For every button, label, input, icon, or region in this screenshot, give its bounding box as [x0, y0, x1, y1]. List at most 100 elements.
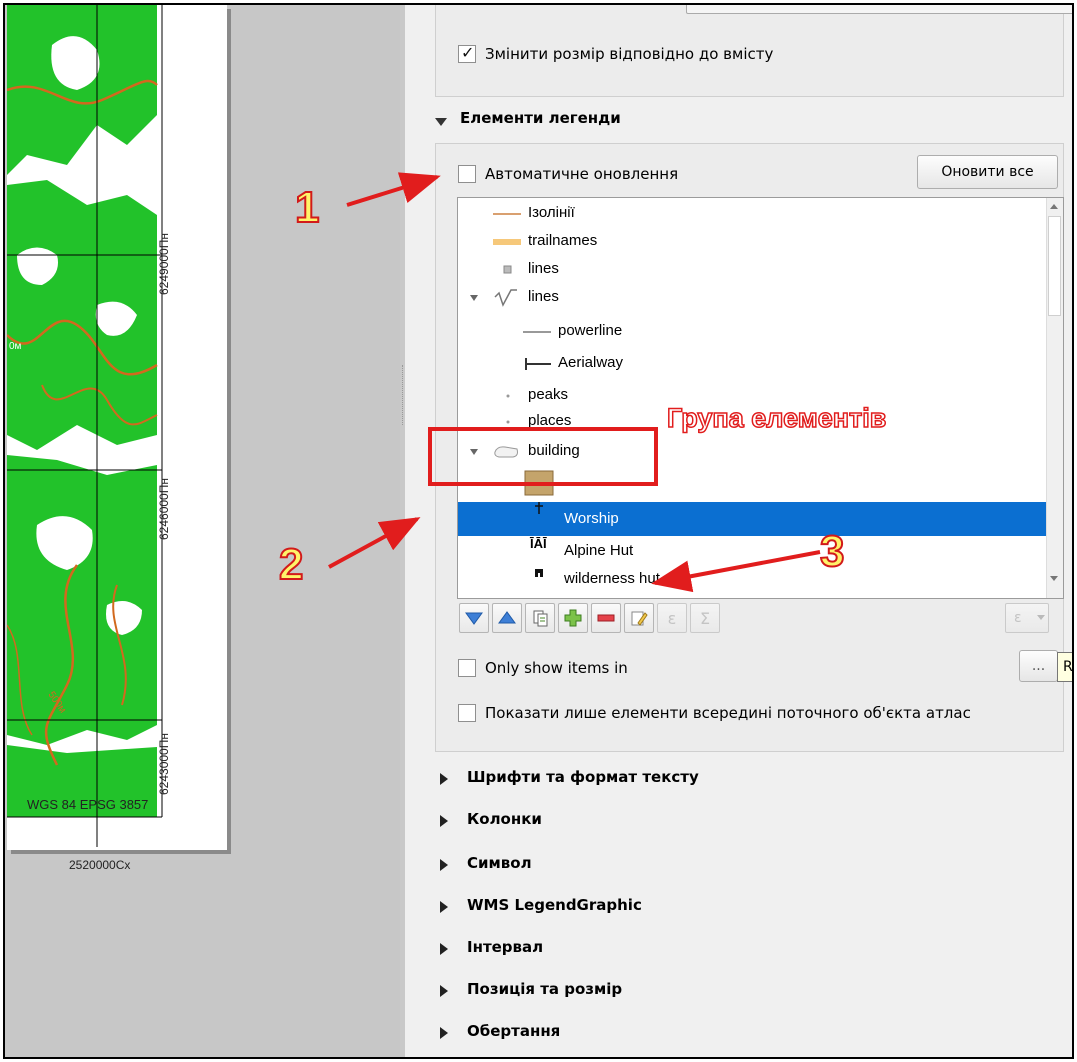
atlas-filter-checkbox[interactable] — [458, 704, 476, 722]
crs-label: WGS 84 EPSG 3857 — [27, 797, 149, 812]
fill-symbol-icon — [524, 470, 554, 496]
line-symbol-icon — [493, 213, 521, 215]
auto-update-label: Автоматичне оновлення — [485, 165, 679, 183]
section-fonts[interactable]: Шрифти та формат тексту — [467, 768, 699, 786]
tree-row-label: lines — [528, 260, 559, 277]
combo-top[interactable] — [686, 5, 1072, 14]
expand-arrow-icon[interactable] — [440, 1027, 448, 1039]
add-group-button[interactable] — [525, 603, 555, 633]
section-rotation[interactable]: Обертання — [467, 1022, 560, 1040]
tree-row-label: Aerialway — [558, 354, 624, 371]
grid-label-y-3: 6243000Пн — [157, 733, 171, 795]
grid-label-y-2: 6246000Пн — [157, 478, 171, 540]
edit-item-button[interactable] — [624, 603, 654, 633]
tree-scrollbar[interactable] — [1046, 198, 1063, 598]
tree-row-alpine-hut[interactable]: ĪĀĪ Alpine Hut — [458, 536, 1047, 564]
move-up-icon — [498, 611, 516, 624]
annotation-number-3: 3 — [819, 526, 846, 577]
remove-item-button[interactable] — [591, 603, 621, 633]
contour-label: 0м — [9, 341, 22, 352]
tree-row-powerline[interactable]: powerline — [458, 318, 1047, 346]
polygon-icon — [494, 446, 518, 458]
expand-arrow-icon[interactable] — [440, 859, 448, 871]
dot-symbol-icon — [506, 394, 510, 398]
legend-items-title[interactable]: Елементи легенди — [460, 109, 621, 127]
tree-row-label: Worship — [564, 510, 619, 527]
annotation-group-label: Група елементів — [666, 402, 887, 434]
section-spacing[interactable]: Інтервал — [467, 938, 543, 956]
tree-row-isolines[interactable]: Ізолінії — [458, 200, 1047, 228]
tree-row-lines-point[interactable]: lines — [458, 256, 1047, 284]
expand-arrow-icon[interactable] — [440, 901, 448, 913]
edit-icon — [631, 611, 648, 626]
update-all-button[interactable]: Оновити все — [917, 155, 1058, 189]
tree-row-label: peaks — [528, 386, 569, 403]
tree-row-worship[interactable]: Worship — [458, 502, 1047, 536]
expand-arrow-icon[interactable] — [440, 815, 448, 827]
item-properties-panel: Змінити розмір відповідно до вмісту Елем… — [405, 5, 1072, 1057]
add-icon — [564, 609, 582, 627]
tree-row-building-group[interactable]: building — [458, 438, 1047, 466]
atlas-filter-label: Показати лише елементи всередині поточно… — [485, 704, 971, 722]
tree-row-aerialway[interactable]: Aerialway — [458, 350, 1047, 378]
section-columns[interactable]: Колонки — [467, 810, 542, 828]
resize-checkbox-label: Змінити розмір відповідно до вмісту — [485, 45, 774, 63]
tooltip: Remove selected item(s) from legend — [1057, 652, 1072, 682]
tree-row-label: trailnames — [528, 232, 598, 249]
graph-icon — [494, 289, 517, 307]
expand-arrow-icon[interactable] — [440, 985, 448, 997]
map-item[interactable] — [7, 5, 227, 850]
expression-filter-icon: ε — [1014, 610, 1022, 626]
tree-row-label: lines — [528, 288, 559, 305]
annotation-number-1: 1 — [294, 182, 321, 233]
grid-label-x: 2520000Сх — [69, 858, 131, 872]
section-wms[interactable]: WMS LegendGraphic — [467, 896, 642, 914]
layout-canvas[interactable]: 6249000Пн 6246000Пн 6243000Пн 2520000Сх … — [5, 5, 400, 1057]
chevron-down-icon — [1037, 615, 1045, 620]
line-symbol-icon — [523, 331, 551, 333]
tree-row-lines-group[interactable]: lines — [458, 284, 1047, 312]
tree-row-wilderness-hut[interactable]: wilderness hut — [458, 564, 1047, 592]
tree-row-label: powerline — [558, 322, 623, 339]
expand-arrow-icon[interactable] — [470, 295, 478, 301]
expand-arrow-icon[interactable] — [470, 449, 478, 455]
move-up-button[interactable] — [492, 603, 522, 633]
section-position-size[interactable]: Позиція та розмір — [467, 980, 622, 998]
sum-button[interactable]: Σ — [690, 603, 720, 633]
scroll-down-icon[interactable] — [1050, 576, 1058, 581]
only-show-checkbox[interactable] — [458, 659, 476, 677]
resize-checkbox[interactable] — [458, 43, 476, 63]
expression-filter-button[interactable]: ε — [1005, 603, 1049, 633]
add-item-button[interactable] — [558, 603, 588, 633]
tree-row-trailnames[interactable]: trailnames — [458, 228, 1047, 256]
tree-row-label: wilderness hut — [564, 570, 660, 587]
more-button[interactable]: ... — [1019, 650, 1058, 682]
only-show-label: Only show items in — [485, 659, 628, 677]
add-group-icon — [533, 610, 548, 627]
cross-icon — [535, 502, 543, 514]
map-page: 6249000Пн 6246000Пн 6243000Пн 2520000Сх … — [7, 5, 227, 872]
point-symbol-icon — [503, 265, 512, 274]
hut-icon: ĪĀĪ — [530, 536, 547, 551]
move-down-icon — [465, 612, 483, 625]
expression-button[interactable]: ε — [657, 603, 687, 633]
section-symbol[interactable]: Символ — [467, 854, 532, 872]
expand-arrow-icon[interactable] — [440, 773, 448, 785]
legend-tree[interactable]: Ізолінії trailnames lines lines powerlin… — [457, 197, 1064, 599]
dot-symbol-icon — [506, 420, 510, 424]
auto-update-checkbox[interactable] — [458, 165, 476, 183]
move-down-button[interactable] — [459, 603, 489, 633]
remove-icon — [597, 614, 615, 622]
annotation-number-2: 2 — [278, 539, 305, 590]
window-frame: 6249000Пн 6246000Пн 6243000Пн 2520000Сх … — [3, 3, 1074, 1059]
tree-row-label: building — [528, 442, 580, 459]
collapse-arrow-icon[interactable] — [435, 118, 447, 126]
scroll-up-icon[interactable] — [1050, 204, 1058, 209]
tree-row-building-fill[interactable] — [458, 468, 1047, 496]
grid-label-y-1: 6249000Пн — [157, 233, 171, 295]
tree-row-label: Alpine Hut — [564, 542, 634, 559]
aerialway-icon — [525, 358, 551, 370]
expand-arrow-icon[interactable] — [440, 943, 448, 955]
scroll-thumb[interactable] — [1048, 216, 1061, 316]
tree-row-label: places — [528, 412, 572, 429]
